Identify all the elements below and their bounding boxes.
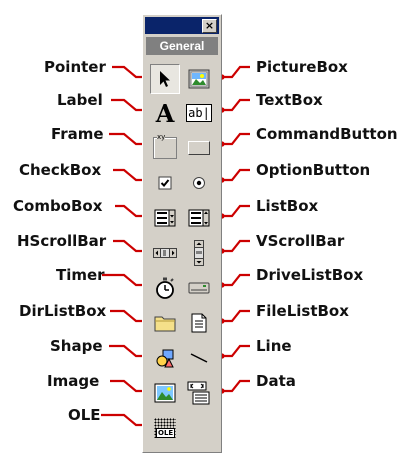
hscrollbar-icon bbox=[153, 248, 177, 258]
connector-right-6 bbox=[222, 273, 250, 287]
connector-left-4 bbox=[115, 204, 145, 218]
checkbox-icon bbox=[158, 176, 172, 190]
connector-left-10 bbox=[101, 413, 145, 427]
listbox-icon bbox=[188, 209, 210, 227]
label-commandbutton: CommandButton bbox=[256, 125, 398, 143]
connector-left-9 bbox=[110, 379, 145, 393]
label-listbox: ListBox bbox=[256, 197, 319, 215]
picturebox-icon bbox=[188, 69, 210, 89]
drivelistbox-tool[interactable] bbox=[184, 273, 214, 303]
vscrollbar-tool[interactable] bbox=[184, 238, 214, 268]
listbox-tool[interactable] bbox=[184, 203, 214, 233]
label-ole: OLE bbox=[68, 406, 101, 424]
label-timer: Timer bbox=[56, 266, 105, 284]
label-image: Image bbox=[47, 372, 100, 390]
file-icon bbox=[191, 313, 207, 333]
label-drivelistbox: DriveListBox bbox=[256, 266, 364, 284]
connector-right-3 bbox=[222, 168, 250, 182]
shape-icon bbox=[156, 349, 174, 368]
label-filelistbox: FileListBox bbox=[256, 302, 349, 320]
connector-left-8 bbox=[109, 344, 145, 358]
optionbutton-icon bbox=[193, 177, 205, 189]
connector-right-1 bbox=[222, 98, 250, 112]
label-a-icon: A bbox=[155, 98, 175, 128]
label-picturebox: PictureBox bbox=[256, 58, 348, 76]
filelistbox-tool[interactable] bbox=[184, 308, 214, 338]
combobox-tool[interactable] bbox=[150, 203, 180, 233]
connector-right-0 bbox=[222, 65, 250, 79]
data-icon bbox=[187, 381, 210, 405]
checkbox-tool[interactable] bbox=[150, 168, 180, 198]
connector-left-1 bbox=[111, 98, 145, 112]
pointer-icon bbox=[160, 71, 170, 87]
ole-icon: OLE bbox=[154, 418, 176, 438]
connector-left-0 bbox=[112, 65, 145, 79]
label-pointer: Pointer bbox=[44, 58, 106, 76]
toolbox-window: × General A ab| xy OLE bbox=[142, 14, 222, 453]
tab-general[interactable]: General bbox=[146, 37, 218, 55]
label-textbox: TextBox bbox=[256, 91, 323, 109]
optionbutton-tool[interactable] bbox=[184, 168, 214, 198]
line-icon bbox=[190, 353, 208, 363]
timer-tool[interactable] bbox=[150, 273, 180, 303]
label-combobox: ComboBox bbox=[13, 197, 103, 215]
connector-left-7 bbox=[110, 309, 145, 323]
frame-caption: xy bbox=[157, 133, 166, 141]
label-line: Line bbox=[256, 337, 292, 355]
connector-right-8 bbox=[222, 344, 250, 358]
dirlistbox-tool[interactable] bbox=[150, 308, 180, 338]
combobox-icon bbox=[154, 209, 176, 227]
drive-icon bbox=[188, 282, 210, 294]
textbox-icon: ab| bbox=[186, 104, 212, 122]
close-button[interactable]: × bbox=[202, 19, 217, 33]
folder-icon bbox=[154, 316, 176, 332]
textbox-tool[interactable]: ab| bbox=[184, 98, 214, 128]
ole-tool[interactable]: OLE bbox=[150, 413, 180, 443]
label-frame: Frame bbox=[51, 125, 104, 143]
label-data: Data bbox=[256, 372, 296, 390]
label-optionbutton: OptionButton bbox=[256, 161, 371, 179]
frame-tool[interactable]: xy bbox=[150, 133, 180, 163]
connector-right-7 bbox=[222, 309, 250, 323]
stopwatch-icon bbox=[156, 277, 174, 299]
frame-icon: xy bbox=[153, 133, 177, 159]
image-tool[interactable] bbox=[150, 378, 180, 408]
connector-right-9 bbox=[222, 379, 250, 393]
picturebox-tool[interactable] bbox=[184, 64, 214, 94]
shape-tool[interactable] bbox=[150, 343, 180, 373]
hscrollbar-tool[interactable] bbox=[150, 238, 180, 268]
label-dirlistbox: DirListBox bbox=[19, 302, 107, 320]
label-checkbox: CheckBox bbox=[19, 161, 102, 179]
label-label: Label bbox=[57, 91, 103, 109]
label-vscrollbar: VScrollBar bbox=[256, 232, 345, 250]
vscrollbar-icon bbox=[194, 240, 204, 266]
commandbutton-tool[interactable] bbox=[184, 133, 214, 163]
image-icon bbox=[154, 383, 176, 403]
toolbox-title-bar[interactable]: × bbox=[145, 17, 219, 34]
connector-left-2 bbox=[109, 132, 145, 146]
label-shape: Shape bbox=[50, 337, 103, 355]
connector-right-4 bbox=[222, 204, 250, 218]
connector-left-6 bbox=[102, 273, 145, 287]
line-tool[interactable] bbox=[184, 343, 214, 373]
label-tool[interactable]: A bbox=[150, 98, 180, 128]
ole-caption: OLE bbox=[156, 428, 176, 438]
connector-right-2 bbox=[222, 132, 250, 146]
connector-left-3 bbox=[113, 168, 145, 182]
connector-left-5 bbox=[113, 239, 145, 253]
connector-right-5 bbox=[222, 239, 250, 253]
data-tool[interactable] bbox=[184, 378, 214, 408]
pointer-tool[interactable] bbox=[150, 64, 180, 94]
commandbutton-icon bbox=[188, 141, 210, 155]
label-hscrollbar: HScrollBar bbox=[17, 232, 107, 250]
